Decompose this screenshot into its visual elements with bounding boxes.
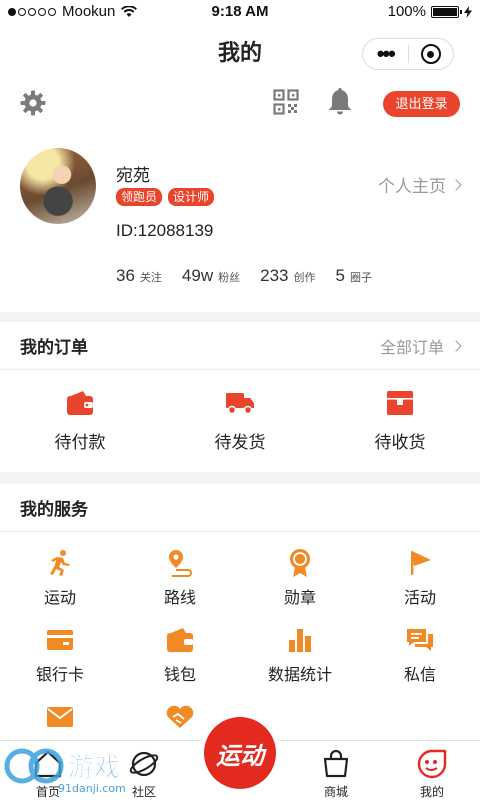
stat-fans[interactable]: 49w 粉丝 (182, 266, 240, 286)
stat-value: 233 (260, 266, 289, 285)
service-messages[interactable]: 私信 (360, 609, 480, 686)
runner-icon (50, 550, 70, 576)
service-medal[interactable]: 勋章 (240, 532, 360, 609)
orders-section: 我的订单 全部订单 待付款 待发货 待收货 (0, 322, 480, 472)
service-label: 数据统计 (267, 667, 332, 684)
stat-value: 49w (181, 266, 214, 285)
order-label: 待发货 (214, 433, 266, 452)
service-wallet[interactable]: 钱包 (120, 609, 240, 686)
tab-label: 首页 (35, 785, 60, 799)
tab-label: 社区 (131, 785, 156, 799)
service-mail[interactable] (0, 686, 120, 744)
service-label: 银行卡 (35, 667, 84, 684)
settings-gear-icon[interactable] (20, 90, 46, 116)
service-label: 私信 (403, 667, 436, 684)
bag-icon (323, 749, 349, 778)
avatar[interactable] (20, 148, 96, 224)
all-orders-link[interactable]: 全部订单 (379, 334, 462, 358)
order-label: 待收货 (374, 433, 426, 452)
user-tags: 领跑员 设计师 (116, 188, 215, 206)
bottom-tab-bar: 首页 社区 运动 商城 我的 (0, 717, 480, 800)
stat-label: 关注 (139, 272, 162, 284)
stat-following[interactable]: 36 关注 (116, 266, 162, 286)
service-label: 运动 (43, 590, 76, 607)
profile-card: 宛苑 领跑员 设计师 个人主页 ID:12088139 36 关注 49w 粉丝 2… (0, 134, 480, 312)
flag-icon (411, 551, 431, 575)
order-label: 待付款 (54, 433, 106, 452)
tab-mall[interactable]: 商城 (304, 747, 368, 800)
tab-label: 我的 (419, 785, 444, 799)
stat-value: 5 (335, 266, 345, 285)
order-pending-payment[interactable]: 待付款 (0, 370, 160, 453)
planet-icon (129, 751, 159, 777)
wallet-icon (167, 628, 193, 652)
homepage-label: 个人主页 (378, 177, 446, 196)
action-toolbar: 退出登录 (0, 76, 480, 134)
notification-bell-icon[interactable] (327, 88, 353, 116)
order-pending-shipment[interactable]: 待发货 (160, 370, 320, 453)
chevron-right-icon (450, 178, 462, 191)
battery-icon (431, 5, 462, 18)
all-orders-label: 全部订单 (379, 339, 444, 357)
service-label: 勋章 (283, 590, 316, 607)
title-bar: 我的 ••• (0, 24, 480, 76)
center-sport-button[interactable]: 运动 (204, 717, 276, 789)
service-route[interactable]: 路线 (120, 532, 240, 609)
user-tag: 领跑员 (116, 188, 163, 206)
orders-title: 我的订单 (20, 338, 88, 357)
stat-value: 36 (116, 266, 135, 285)
service-label: 活动 (403, 590, 436, 607)
message-icon (407, 629, 433, 651)
user-stats: 36 关注 49w 粉丝 233 创作 5 圈子 (116, 266, 372, 286)
mini-program-capsule: ••• (362, 38, 454, 70)
service-bank-card[interactable]: 银行卡 (0, 609, 120, 686)
service-label: 钱包 (163, 667, 196, 684)
stat-label: 创作 (293, 272, 316, 284)
handshake-icon (166, 705, 194, 728)
box-icon (387, 391, 413, 415)
mail-icon (47, 707, 73, 727)
services-header: 我的服务 (0, 484, 480, 532)
services-title: 我的服务 (20, 500, 88, 519)
close-mini-program-button[interactable] (408, 44, 453, 64)
wallet-icon (67, 391, 93, 415)
tab-home[interactable]: 首页 (16, 747, 80, 800)
stat-label: 粉丝 (218, 272, 241, 284)
charging-icon (464, 5, 472, 18)
medal-icon (290, 549, 310, 577)
order-pending-receipt[interactable]: 待收货 (320, 370, 480, 453)
status-bar: Mookun 9:18 AM 100% (0, 0, 480, 24)
user-id: ID:12088139 (116, 221, 214, 240)
stat-label: 圈子 (349, 272, 372, 284)
stat-works[interactable]: 233 创作 (260, 266, 315, 286)
bar-chart-icon (289, 629, 311, 652)
service-label: 路线 (163, 590, 196, 607)
stat-circles[interactable]: 5 圈子 (335, 266, 371, 286)
chevron-right-icon (450, 339, 462, 352)
orders-header: 我的订单 全部订单 (0, 322, 480, 370)
smile-icon (417, 749, 447, 779)
tab-mine[interactable]: 我的 (400, 747, 464, 800)
qr-code-icon[interactable] (273, 89, 299, 115)
logout-button[interactable]: 退出登录 (383, 91, 460, 117)
personal-homepage-link[interactable]: 个人主页 (378, 172, 462, 197)
services-section: 我的服务 运动 路线 勋章 活动 银行卡 钱包 数据统计 私信 (0, 484, 480, 744)
tab-community[interactable]: 社区 (112, 747, 176, 800)
home-icon (34, 750, 62, 778)
more-menu-button[interactable]: ••• (363, 43, 408, 65)
user-name: 宛苑 (116, 166, 150, 185)
service-activity[interactable]: 活动 (360, 532, 480, 609)
service-data-stats[interactable]: 数据统计 (240, 609, 360, 686)
user-tag: 设计师 (168, 188, 215, 206)
tab-label: 商城 (323, 785, 348, 799)
target-icon (420, 44, 441, 64)
route-icon (169, 550, 192, 577)
battery-percent: 100% (387, 3, 426, 20)
bank-card-icon (47, 630, 73, 650)
service-sport[interactable]: 运动 (0, 532, 120, 609)
truck-icon (226, 393, 254, 415)
